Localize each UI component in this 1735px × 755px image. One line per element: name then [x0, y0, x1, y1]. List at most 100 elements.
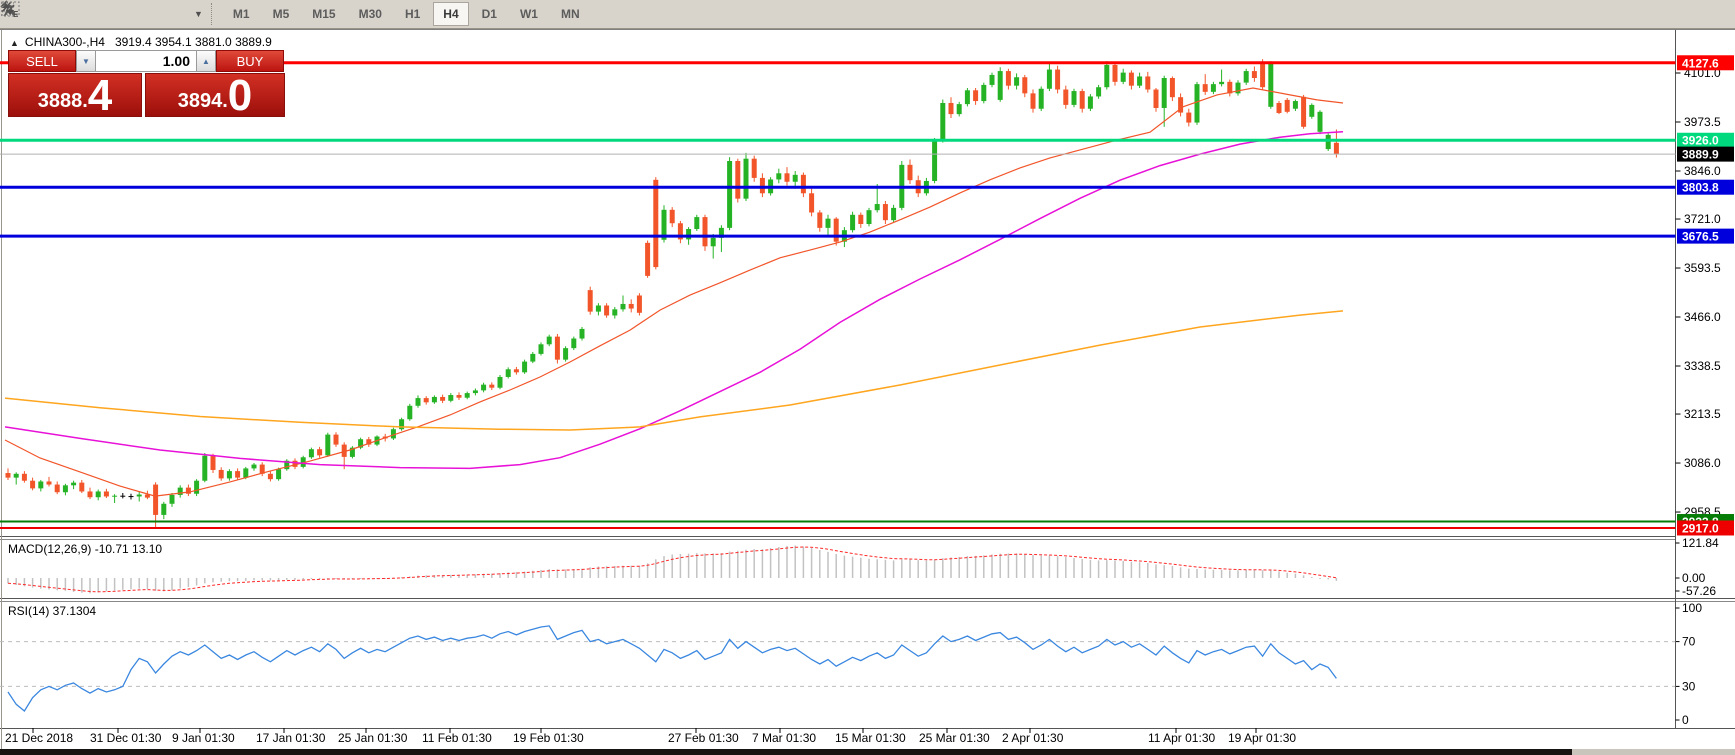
candle: [949, 103, 954, 114]
macd-bar: [138, 578, 140, 589]
candle: [883, 204, 888, 220]
candle: [481, 385, 486, 391]
candle: [268, 474, 273, 479]
time-tick-label: 17 Jan 01:30: [256, 731, 326, 745]
text-label-icon[interactable]: A: [84, 2, 114, 26]
timeframe-button-mn[interactable]: MN: [551, 2, 590, 26]
macd-bar: [540, 570, 542, 578]
price-level-badge-value: 2917.0: [1682, 521, 1719, 535]
time-tick-label: 2 Apr 01:30: [1002, 731, 1064, 745]
candle: [243, 468, 248, 477]
time-tick-label: 21 Dec 2018: [5, 731, 73, 745]
text-box-icon[interactable]: T: [122, 2, 152, 26]
timeframe-button-d1[interactable]: D1: [472, 2, 507, 26]
candle: [1318, 112, 1323, 132]
timeframe-button-w1[interactable]: W1: [510, 2, 548, 26]
macd-bar: [934, 560, 936, 578]
candle: [1219, 82, 1224, 84]
time-tick-label: 19 Feb 01:30: [513, 731, 584, 745]
candle: [850, 215, 855, 230]
candle: [1195, 84, 1200, 122]
candle: [539, 344, 544, 354]
candle: [1096, 87, 1101, 96]
macd-bar: [212, 578, 214, 582]
macd-axis-label: 0.00: [1682, 571, 1706, 585]
candle: [1326, 135, 1331, 149]
buy-button[interactable]: BUY: [216, 50, 284, 72]
candle: [22, 474, 27, 481]
arrange-arrows-icon[interactable]: [160, 2, 190, 26]
macd-bar: [204, 578, 206, 583]
time-tick-label: 27 Feb 01:30: [668, 731, 739, 745]
macd-bar: [1114, 560, 1116, 578]
candle: [473, 390, 478, 393]
macd-bar: [1090, 560, 1092, 578]
macd-bar: [745, 550, 747, 578]
sell-button[interactable]: SELL: [8, 50, 76, 72]
timeframe-button-m15[interactable]: M15: [302, 2, 345, 26]
macd-bar: [1278, 571, 1280, 578]
candle: [1014, 77, 1019, 85]
chart-svg[interactable]: 4101.03973.53846.03721.03593.53466.03338…: [0, 30, 1735, 755]
volume-increase-button[interactable]: ▲: [196, 50, 216, 72]
candle: [506, 369, 511, 377]
grid-fibo-icon[interactable]: F: [46, 2, 76, 26]
macd-bar: [261, 578, 263, 580]
collapse-arrow-icon[interactable]: ▲: [10, 38, 19, 48]
candle: [112, 496, 117, 497]
candle: [694, 217, 699, 229]
chevron-down-icon[interactable]: ▼: [194, 9, 203, 19]
timeframe-button-m30[interactable]: M30: [349, 2, 392, 26]
candle: [645, 243, 650, 276]
macd-bar: [294, 578, 296, 580]
macd-bar: [704, 553, 706, 578]
candle: [670, 210, 675, 223]
candle: [981, 85, 986, 101]
candle: [1072, 91, 1077, 105]
macd-bar: [1229, 570, 1231, 578]
macd-bar: [1016, 553, 1018, 578]
macd-bar: [1311, 577, 1313, 578]
candle: [153, 485, 158, 515]
macd-bar: [860, 558, 862, 578]
candle: [826, 219, 831, 228]
candle: [1080, 91, 1085, 109]
time-tick-label: 9 Jan 01:30: [172, 731, 235, 745]
sell-price-big: 4: [88, 78, 112, 114]
timeframe-button-m5[interactable]: M5: [263, 2, 300, 26]
timeframe-button-h1[interactable]: H1: [395, 2, 430, 26]
macd-bar: [811, 548, 813, 578]
rsi-axis-label: 30: [1682, 679, 1696, 693]
candle: [1170, 78, 1175, 97]
macd-bar: [425, 575, 427, 578]
macd-bar: [311, 578, 313, 579]
macd-bar: [7, 578, 9, 583]
timeframe-button-h4[interactable]: H4: [433, 2, 468, 26]
macd-bar: [967, 556, 969, 578]
candle: [1129, 73, 1134, 86]
macd-bar: [97, 578, 99, 592]
candle: [1293, 101, 1298, 109]
candle: [530, 354, 535, 362]
time-tick-label: 25 Jan 01:30: [338, 731, 408, 745]
candle: [334, 435, 339, 445]
candle: [998, 71, 1003, 100]
timeframe-button-m1[interactable]: M1: [223, 2, 260, 26]
volume-decrease-button[interactable]: ▼: [76, 50, 96, 72]
macd-bar: [163, 578, 165, 591]
candle: [621, 304, 626, 309]
macd-bar: [950, 557, 952, 578]
price-tick-label: 3086.0: [1684, 456, 1721, 470]
macd-bar: [573, 569, 575, 578]
candle: [858, 215, 863, 224]
candle: [1301, 97, 1306, 127]
buy-price-panel[interactable]: 3894.0: [145, 73, 285, 117]
macd-bar: [991, 555, 993, 578]
macd-bar: [1155, 564, 1157, 578]
sell-price-panel[interactable]: 3888.4: [8, 73, 142, 117]
macd-bar: [926, 561, 928, 578]
macd-bar: [155, 578, 157, 591]
candle: [1137, 76, 1142, 85]
macd-bar: [1188, 569, 1190, 578]
volume-input[interactable]: [96, 50, 196, 72]
